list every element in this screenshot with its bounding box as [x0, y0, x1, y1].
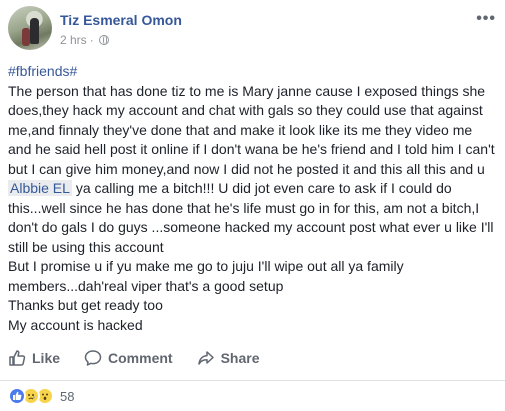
post-header: Tiz Esmeral Omon 2 hrs · ••• [8, 6, 498, 50]
avatar[interactable] [8, 6, 52, 50]
like-label: Like [32, 350, 61, 366]
comment-label: Comment [108, 350, 173, 366]
divider [0, 380, 505, 381]
post-text: #fbfriends# The person that has done tiz… [8, 62, 498, 335]
globe-icon [98, 35, 109, 45]
author-name[interactable]: Tiz Esmeral Omon [60, 12, 182, 28]
post-paragraph-4: My account is hacked [8, 316, 143, 333]
comment-icon [84, 350, 102, 366]
paragraph-text: The person that has done tiz to me is Ma… [8, 82, 495, 177]
comment-button[interactable]: Comment [84, 349, 173, 367]
meta-separator: · [89, 33, 94, 47]
thumbs-up-icon [9, 350, 26, 366]
post-paragraph-2: But I promise u if yu make me go to juju… [8, 258, 404, 294]
paragraph-text: ya calling me a bitch!!! U did jot even … [8, 180, 494, 255]
mention-link[interactable]: Albbie EL [8, 180, 72, 196]
like-button[interactable]: Like [8, 349, 60, 367]
hashtag-link[interactable]: #fbfriends# [8, 63, 77, 79]
post-time[interactable]: 2 hrs [60, 33, 87, 47]
post-paragraph-3: Thanks but get ready too [8, 297, 163, 313]
more-options-button[interactable]: ••• [476, 10, 496, 28]
reactions-summary[interactable]: 58 [8, 387, 74, 405]
post-actions: Like Comment Share [8, 344, 498, 372]
share-label: Share [220, 350, 260, 366]
avatar-figure [22, 28, 30, 46]
post-paragraph-1: The person that has done tiz to me is Ma… [8, 82, 498, 258]
share-button[interactable]: Share [197, 349, 260, 367]
share-icon [197, 351, 214, 365]
like-reaction-icon [8, 387, 26, 405]
reaction-count: 58 [60, 388, 75, 404]
avatar-figure-main [30, 18, 39, 44]
post-meta: 2 hrs · [60, 33, 109, 47]
facebook-post: Tiz Esmeral Omon 2 hrs · ••• #fbfriends#… [0, 0, 505, 411]
